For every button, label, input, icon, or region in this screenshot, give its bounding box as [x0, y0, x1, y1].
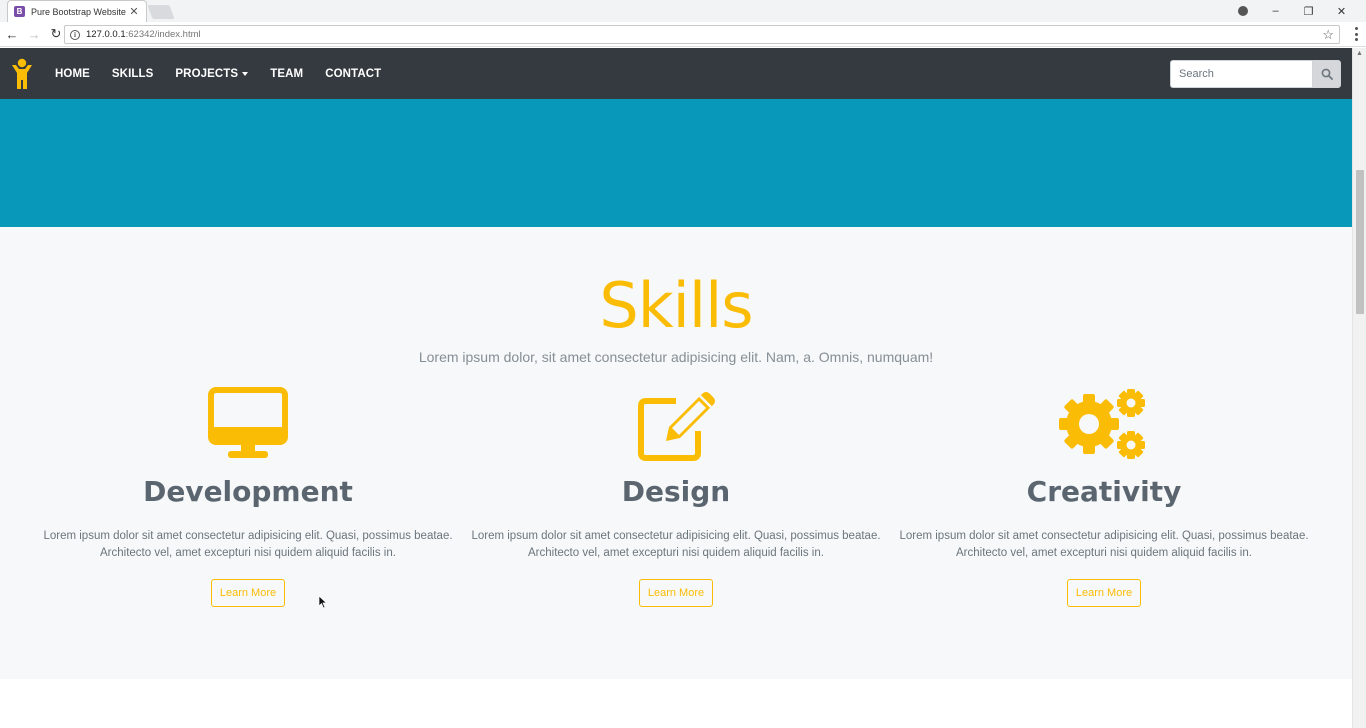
browser-toolbar: ← → ↻ i 127.0.0.1:62342/index.html ☆ [0, 22, 1366, 47]
nav-contact[interactable]: CONTACT [325, 68, 381, 80]
skill-card-creativity: Creativity Lorem ipsum dolor sit amet co… [890, 387, 1318, 607]
section-lead: Lorem ipsum dolor, sit amet consectetur … [418, 349, 934, 365]
tab-title: Pure Bootstrap Website [31, 6, 126, 17]
scrollbar-thumb[interactable] [1356, 170, 1364, 314]
bookmark-star-icon[interactable]: ☆ [1322, 27, 1334, 43]
skill-title: Design [621, 475, 731, 508]
desktop-icon [208, 387, 288, 458]
skill-title: Development [143, 475, 353, 508]
profile-button[interactable] [1226, 0, 1259, 22]
search-icon [1321, 68, 1333, 80]
edit-icon [638, 392, 715, 461]
nav-projects-dropdown[interactable]: PROJECTS [175, 67, 249, 80]
learn-more-button-development[interactable]: Learn More [210, 579, 286, 607]
nav-projects-label: PROJECTS [175, 67, 239, 80]
brand-logo-icon[interactable] [10, 58, 34, 90]
reload-button[interactable]: ↻ [46, 26, 66, 42]
search-input[interactable] [1170, 60, 1312, 88]
profile-icon [1237, 6, 1248, 16]
search-form [1170, 60, 1341, 88]
learn-more-button-design[interactable]: Learn More [638, 579, 714, 607]
mouse-cursor-icon [318, 595, 328, 609]
window-controls: – ❐ ✕ [1226, 0, 1358, 22]
nav-team[interactable]: TEAM [270, 68, 303, 80]
page-viewport: HOME SKILLS PROJECTS TEAM CONTACT Skills… [0, 48, 1352, 728]
skills-section: Skills Lorem ipsum dolor, sit amet conse… [0, 227, 1352, 679]
search-button[interactable] [1312, 60, 1341, 88]
bootstrap-favicon-icon: B [14, 6, 25, 17]
skill-description: Lorem ipsum dolor sit amet consectetur a… [471, 530, 881, 559]
url-host: 127.0.0.1 [86, 29, 126, 40]
main-navbar: HOME SKILLS PROJECTS TEAM CONTACT [0, 48, 1352, 99]
restore-button[interactable]: ❐ [1292, 0, 1325, 22]
skill-card-design: Design Lorem ipsum dolor sit amet consec… [462, 387, 890, 607]
skill-card-development: Development Lorem ipsum dolor sit amet c… [34, 387, 462, 607]
tab-close-icon[interactable]: ✕ [128, 5, 140, 18]
skill-description: Lorem ipsum dolor sit amet consectetur a… [43, 530, 453, 559]
scroll-up-arrow-icon[interactable]: ▲ [1356, 50, 1363, 57]
nav-skills[interactable]: SKILLS [112, 68, 154, 80]
browser-menu-icon[interactable] [1354, 27, 1358, 41]
minimize-button[interactable]: – [1259, 0, 1292, 22]
section-title: Skills [599, 269, 753, 342]
page-scrollbar[interactable]: ▲ [1352, 48, 1366, 728]
caret-down-icon [242, 71, 249, 76]
close-window-button[interactable]: ✕ [1325, 0, 1358, 22]
skill-title: Creativity [1026, 475, 1182, 508]
browser-tab[interactable]: B Pure Bootstrap Website ✕ [7, 0, 147, 22]
url-path: :62342/index.html [125, 29, 201, 40]
info-icon[interactable]: i [70, 29, 80, 40]
learn-more-button-creativity[interactable]: Learn More [1066, 579, 1142, 607]
back-button[interactable]: ← [2, 27, 22, 42]
browser-tabstrip: B Pure Bootstrap Website ✕ – ❐ ✕ [0, 0, 1366, 22]
forward-button[interactable]: → [24, 27, 44, 42]
skill-description: Lorem ipsum dolor sit amet consectetur a… [899, 530, 1309, 559]
hero-banner [0, 99, 1352, 227]
nav-home[interactable]: HOME [55, 68, 90, 80]
new-tab-button[interactable] [147, 5, 175, 19]
address-bar[interactable]: i 127.0.0.1:62342/index.html ☆ [64, 25, 1340, 44]
cogs-icon [1059, 389, 1145, 459]
